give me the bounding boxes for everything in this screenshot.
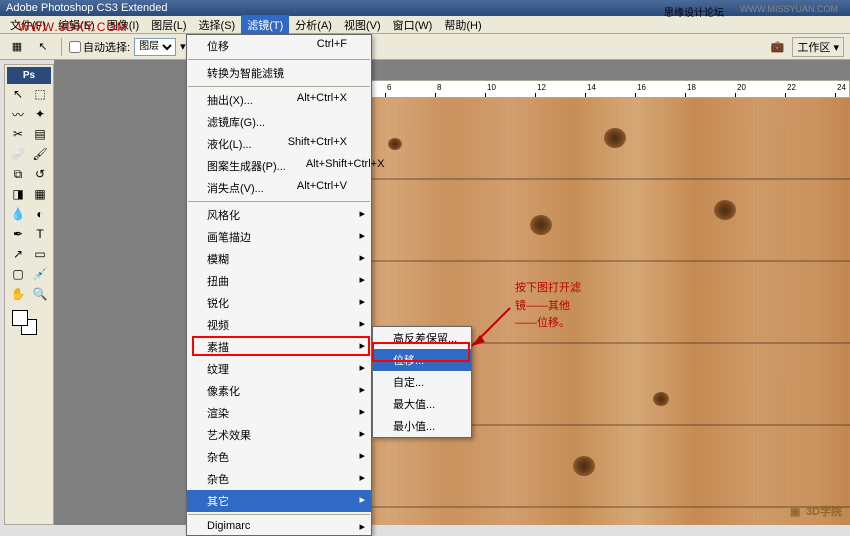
auto-select-checkbox[interactable]: 自动选择: [69,39,130,55]
move-tool-icon[interactable]: ↖ [7,84,29,104]
menu-artistic[interactable]: 艺术效果 [187,424,371,446]
menu-convert-smart[interactable]: 转换为智能滤镜 [187,62,371,84]
menu-last-filter[interactable]: 位移Ctrl+F [187,35,371,57]
menu-window[interactable]: 窗口(W) [387,15,439,35]
eraser-tool-icon[interactable]: ◨ [7,184,29,204]
zoom-tool-icon[interactable]: 🔍 [29,284,51,304]
briefcase-icon[interactable]: 💼 [766,37,788,57]
forum-label: 思缘设计论坛 [658,2,730,21]
submenu-offset[interactable]: 位移... [373,349,471,371]
menu-select[interactable]: 选择(S) [193,15,242,35]
menu-pattern-maker[interactable]: 图案生成器(P)...Alt+Shift+Ctrl+X [187,155,371,177]
menu-help[interactable]: 帮助(H) [438,15,487,35]
menu-sharpen[interactable]: 锐化 [187,292,371,314]
submenu-minimum[interactable]: 最小值... [373,415,471,437]
menu-other[interactable]: 其它 [187,490,371,512]
slice-tool-icon[interactable]: ▤ [29,124,51,144]
app-title: Adobe Photoshop CS3 Extended [6,2,167,14]
menu-render[interactable]: 渲染 [187,402,371,424]
notes-tool-icon[interactable]: ▢ [7,264,29,284]
menu-stylize[interactable]: 风格化 [187,204,371,226]
pen-tool-icon[interactable]: ✒ [7,224,29,244]
shape-tool-icon[interactable]: ▭ [29,244,51,264]
menu-filter[interactable]: 滤镜(T) [241,15,289,35]
blur-tool-icon[interactable]: 💧 [7,204,29,224]
crop-tool-icon[interactable]: ✂ [7,124,29,144]
menu-extract[interactable]: 抽出(X)...Alt+Ctrl+X [187,89,371,111]
menu-vanishing-point[interactable]: 消失点(V)...Alt+Ctrl+V [187,177,371,199]
watermark-3d: ▣ 3D学院 [790,498,842,521]
ps-header-icon: Ps [7,67,51,84]
lasso-tool-icon[interactable]: 〰 [7,104,29,124]
ps-icon[interactable]: ▦ [6,37,28,57]
other-submenu: 高反差保留... 位移... 自定... 最大值... 最小值... [372,326,472,438]
stamp-tool-icon[interactable]: ⧉ [7,164,29,184]
forum-url: WWW.MISSYUAN.COM [734,2,844,16]
menu-sketch[interactable]: 素描 [187,336,371,358]
menu-filter-gallery[interactable]: 滤镜库(G)... [187,111,371,133]
brush-tool-icon[interactable]: 🖌 [29,144,51,164]
heal-tool-icon[interactable]: 🩹 [7,144,29,164]
arrow-icon [460,300,520,360]
marquee-tool-icon[interactable]: ⬚ [29,84,51,104]
menu-digimarc[interactable]: Digimarc [187,517,371,535]
eyedropper-tool-icon[interactable]: 💉 [29,264,51,284]
menu-liquify[interactable]: 液化(L)...Shift+Ctrl+X [187,133,371,155]
menu-brush-strokes[interactable]: 画笔描边 [187,226,371,248]
menu-blur[interactable]: 模糊 [187,248,371,270]
menu-distort[interactable]: 扭曲 [187,270,371,292]
options-bar: ▦ ↖ 自动选择: 图层 ▾ 显示 💼 工作区 ▾ [0,34,850,60]
hand-tool-icon[interactable]: ✋ [7,284,29,304]
menu-layer[interactable]: 图层(L) [145,15,192,35]
type-tool-icon[interactable]: T [29,224,51,244]
menu-noise[interactable]: 杂色 [187,468,371,490]
gradient-tool-icon[interactable]: ▦ [29,184,51,204]
dropdown-arrow-icon[interactable]: ▾ [180,40,186,53]
canvas-area: (RGB/8) 024681012141618202224 [54,60,850,525]
watermark-3dxy: WWW.3DXY.COM [18,20,128,34]
menu-pixelate[interactable]: 像素化 [187,380,371,402]
annotation-text: 按下图打开滤 镜——其他 ——位移。 [515,280,581,333]
menu-noise[interactable]: 杂色 [187,446,371,468]
menu-video[interactable]: 视频 [187,314,371,336]
submenu-custom[interactable]: 自定... [373,371,471,393]
toolbox-panel: Ps ↖⬚ 〰✦ ✂▤ 🩹🖌 ⧉↺ ◨▦ 💧◐ ✒T ↗▭ ▢💉 ✋🔍 [4,64,54,525]
filter-menu: 位移Ctrl+F 转换为智能滤镜 抽出(X)...Alt+Ctrl+X 滤镜库(… [186,34,372,536]
path-tool-icon[interactable]: ↗ [7,244,29,264]
history-brush-icon[interactable]: ↺ [29,164,51,184]
menu-view[interactable]: 视图(V) [338,15,387,35]
submenu-high-pass[interactable]: 高反差保留... [373,327,471,349]
move-tool-icon[interactable]: ↖ [32,37,54,57]
color-swatches[interactable] [7,310,51,340]
submenu-maximum[interactable]: 最大值... [373,393,471,415]
auto-select-dropdown[interactable]: 图层 [134,38,176,56]
wand-tool-icon[interactable]: ✦ [29,104,51,124]
workspace-dropdown[interactable]: 工作区 ▾ [792,37,844,57]
dodge-tool-icon[interactable]: ◐ [29,204,51,224]
menu-analysis[interactable]: 分析(A) [289,15,338,35]
menu-texture[interactable]: 纹理 [187,358,371,380]
foreground-swatch[interactable] [12,310,28,326]
